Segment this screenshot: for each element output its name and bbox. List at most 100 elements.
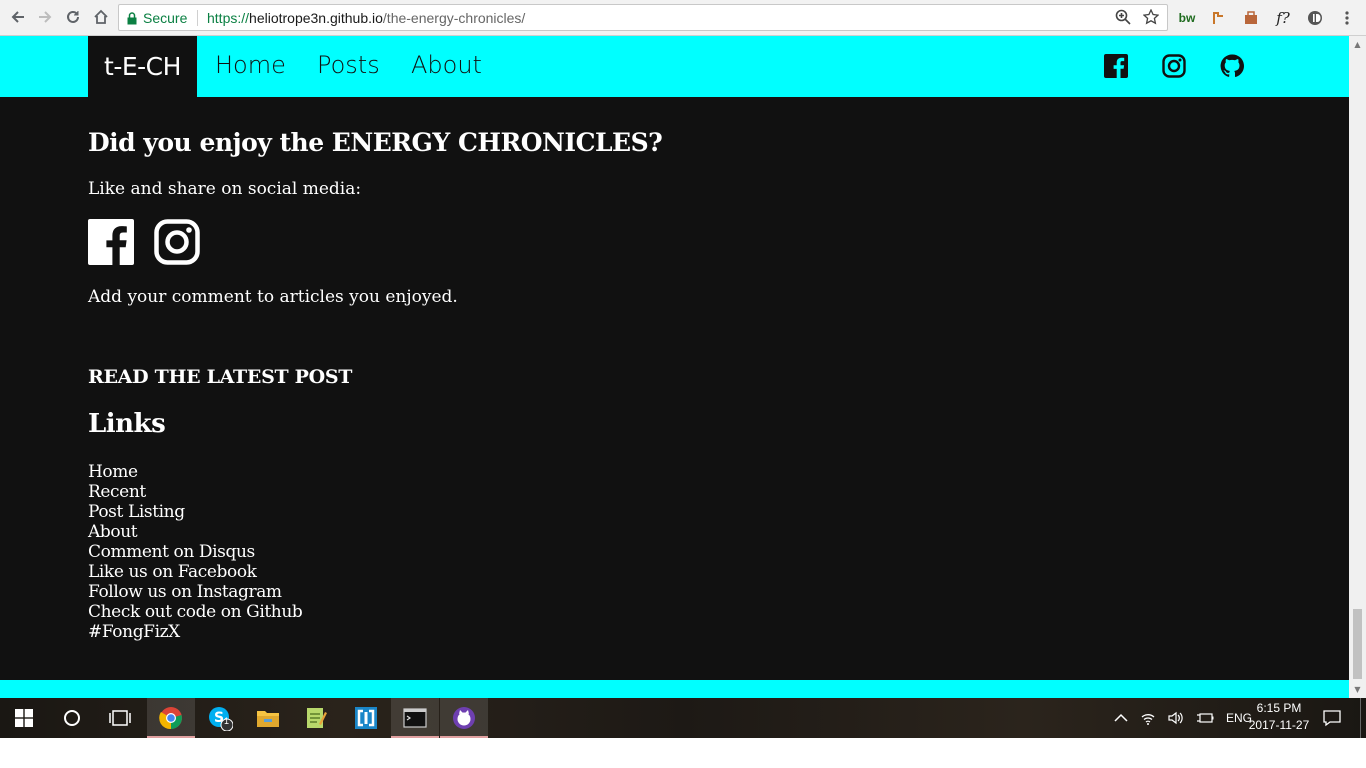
enjoy-heading: Did you enjoy the ENERGY CHRONICLES? [88, 128, 663, 157]
formula-extension-icon[interactable]: f? [1272, 7, 1294, 29]
comment-text: Add your comment to articles you enjoyed… [88, 287, 458, 307]
back-arrow-icon [11, 11, 24, 23]
link-facebook[interactable]: Like us on Facebook [88, 562, 257, 582]
github-desktop-icon [453, 707, 475, 729]
start-button[interactable] [0, 698, 48, 738]
site-header: t-E-CH Home Posts About [0, 36, 1349, 97]
nav-about[interactable]: About [411, 51, 482, 79]
taskbar-vmware[interactable] [342, 698, 390, 738]
home-button[interactable] [90, 6, 112, 28]
notepad-icon [307, 708, 327, 728]
taskbar-skype[interactable]: S 1 [196, 698, 244, 738]
chrome-menu-icon[interactable] [1336, 7, 1358, 29]
skype-badge: 1 [224, 716, 230, 726]
screen-bottom-margin [0, 738, 1366, 768]
taskbar-notepad[interactable] [292, 698, 340, 738]
url-text[interactable]: https://heliotrope3n.github.io/the-energ… [207, 10, 525, 26]
link-disqus[interactable]: Comment on Disqus [88, 542, 255, 562]
forward-button[interactable] [34, 6, 56, 28]
show-desktop-button[interactable] [1360, 698, 1361, 738]
scroll-down-arrow-icon[interactable]: ▼ [1349, 681, 1366, 698]
share-facebook-icon[interactable] [88, 219, 134, 265]
system-tray: ENG [1114, 698, 1252, 738]
list-item: Home [88, 462, 302, 482]
terminal-icon [403, 708, 427, 728]
task-view-icon [109, 710, 131, 726]
scroll-up-arrow-icon[interactable]: ▲ [1349, 36, 1366, 53]
action-center-button[interactable] [1310, 698, 1354, 738]
bookmark-extension-icon[interactable] [1208, 7, 1230, 29]
footer-bar [0, 680, 1349, 698]
back-button[interactable] [7, 6, 29, 28]
address-bar[interactable]: Secure https://heliotrope3n.github.io/th… [118, 4, 1168, 31]
system-clock[interactable]: 6:15 PM 2017-11-27 [1244, 700, 1314, 734]
facebook-icon[interactable] [1104, 54, 1128, 78]
lock-icon [127, 11, 137, 24]
cortana-button[interactable] [48, 698, 96, 738]
list-item: Post Listing [88, 502, 302, 522]
reload-button[interactable] [62, 6, 84, 28]
nav-home[interactable]: Home [215, 51, 286, 79]
taskbar-chrome[interactable] [147, 698, 195, 738]
chrome-icon [159, 707, 182, 730]
profile-extension-icon[interactable] [1304, 7, 1326, 29]
instagram-icon[interactable] [1162, 54, 1186, 78]
list-item: Check out code on Github [88, 602, 303, 622]
url-scheme: https:// [207, 10, 250, 26]
github-icon[interactable] [1220, 54, 1244, 78]
clock-date: 2017-11-27 [1248, 718, 1310, 732]
taskbar-file-explorer[interactable] [244, 698, 292, 738]
nav-posts[interactable]: Posts [317, 51, 380, 79]
links-heading: Links [88, 409, 166, 439]
secure-indicator[interactable]: Secure [127, 10, 187, 26]
notification-icon [1323, 710, 1341, 727]
browser-toolbar: Secure https://heliotrope3n.github.io/th… [0, 0, 1366, 36]
skype-icon: S [209, 707, 233, 731]
wifi-icon[interactable] [1140, 711, 1156, 725]
divider [197, 10, 198, 26]
battery-icon[interactable] [1196, 711, 1214, 725]
zoom-icon[interactable] [1115, 9, 1131, 25]
volume-icon[interactable] [1168, 711, 1184, 725]
taskbar-github-desktop[interactable] [440, 698, 488, 738]
link-home[interactable]: Home [88, 462, 138, 482]
file-explorer-icon [257, 711, 279, 727]
windows-taskbar: S 1 ENG 6:15 PM 2017-11-27 [0, 698, 1366, 738]
share-instagram-icon[interactable] [154, 219, 200, 265]
site-brand[interactable]: t-E-CH [88, 36, 197, 97]
url-host: heliotrope3n.github.io [249, 10, 383, 26]
web-page: t-E-CH Home Posts About Did you enjoy th… [0, 36, 1349, 698]
link-instagram[interactable]: Follow us on Instagram [88, 582, 282, 602]
latest-post-link[interactable]: READ THE LATEST POST [88, 366, 352, 388]
bw-extension-icon[interactable]: bw [1176, 7, 1198, 29]
chevron-up-icon[interactable] [1114, 713, 1128, 723]
secure-label: Secure [143, 10, 188, 26]
scroll-thumb[interactable] [1353, 609, 1362, 679]
clock-time: 6:15 PM [1256, 701, 1302, 715]
list-item: About [88, 522, 302, 542]
task-view-button[interactable] [96, 698, 144, 738]
briefcase-extension-icon[interactable] [1240, 7, 1262, 29]
reload-icon [67, 10, 79, 23]
list-item: Comment on Disqus [88, 542, 302, 562]
forward-arrow-icon [39, 11, 52, 23]
windows-start-icon [15, 709, 33, 727]
vertical-scrollbar[interactable]: ▲ ▼ [1349, 36, 1366, 698]
link-post-listing[interactable]: Post Listing [88, 502, 185, 522]
list-item: #FongFizX [88, 622, 302, 642]
like-share-text: Like and share on social media: [88, 179, 362, 199]
link-recent[interactable]: Recent [88, 482, 146, 502]
home-icon [94, 9, 108, 24]
link-about[interactable]: About [88, 522, 138, 542]
link-github[interactable]: Check out code on Github [88, 602, 303, 622]
cortana-icon [64, 710, 80, 726]
list-item: Like us on Facebook [88, 562, 302, 582]
taskbar-terminal[interactable] [391, 698, 439, 738]
links-list: Home Recent Post Listing About Comment o… [88, 462, 303, 642]
vmware-icon [355, 707, 377, 729]
list-item: Follow us on Instagram [88, 582, 302, 602]
list-item: Recent [88, 482, 302, 502]
bookmark-star-icon[interactable] [1143, 9, 1159, 25]
url-path: /the-energy-chronicles/ [382, 10, 526, 26]
link-hashtag[interactable]: #FongFizX [88, 622, 180, 642]
